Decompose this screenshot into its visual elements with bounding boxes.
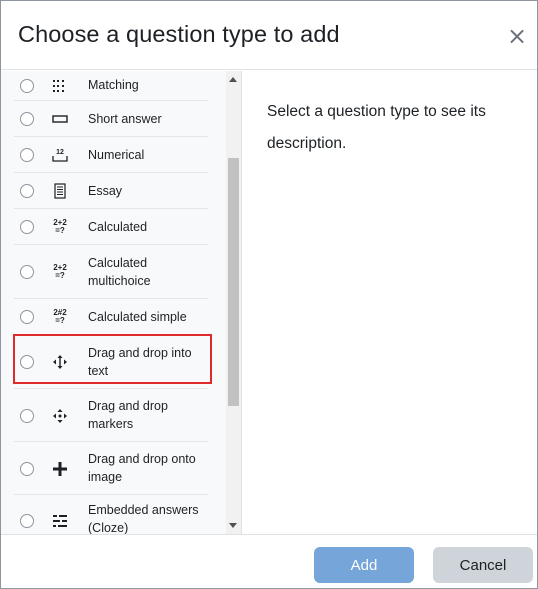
option-essay[interactable]: Essay (14, 173, 208, 209)
question-type-dialog: Choose a question type to add × Matching… (0, 0, 538, 589)
dialog-body: Matching Short answer 12 Numerical Essay… (1, 71, 537, 534)
numerical-icon-text: 12 (56, 148, 64, 156)
radio-drag-drop-markers[interactable] (20, 409, 34, 423)
radio-short-answer[interactable] (20, 112, 34, 126)
option-label: Calculated multichoice (88, 256, 151, 288)
calculated-simple-icon-bottom: =? (55, 316, 65, 325)
radio-calculated-simple[interactable] (20, 310, 34, 324)
calculated-icon: 2+2 =? (52, 219, 68, 235)
option-label: Numerical (88, 148, 145, 162)
type-description: Select a question type to see its descri… (267, 103, 486, 152)
option-label: Essay (88, 184, 123, 198)
option-calculated-multichoice[interactable]: 2+2 =? Calculated multichoice (14, 245, 208, 299)
numerical-icon: 12 (52, 147, 68, 163)
option-calculated-simple[interactable]: 2#2 =? Calculated simple (14, 299, 208, 335)
option-matching[interactable]: Matching (14, 71, 208, 101)
option-drag-drop-markers[interactable]: Drag and drop markers (14, 389, 208, 442)
option-calculated[interactable]: 2+2 =? Calculated (14, 209, 208, 245)
dialog-title: Choose a question type to add (18, 21, 340, 47)
cancel-button[interactable]: Cancel (433, 547, 533, 583)
scroll-down-arrow-icon[interactable] (229, 523, 237, 528)
radio-essay[interactable] (20, 184, 34, 198)
option-short-answer[interactable]: Short answer (14, 101, 208, 137)
close-button[interactable]: × (505, 23, 529, 49)
option-label: Calculated (88, 220, 148, 234)
short-answer-icon (52, 111, 68, 127)
radio-numerical[interactable] (20, 148, 34, 162)
calculated-multichoice-icon: 2+2 =? (52, 264, 68, 280)
radio-drag-drop-image[interactable] (20, 462, 34, 476)
option-label: Drag and drop markers (88, 399, 168, 431)
essay-icon (52, 183, 68, 199)
calculated-simple-icon: 2#2 =? (52, 309, 68, 325)
drag-drop-image-icon (52, 461, 68, 477)
option-label: Matching (88, 78, 139, 92)
selection-highlight (13, 334, 212, 384)
option-label: Short answer (88, 112, 162, 126)
dialog-footer: Add Cancel (1, 534, 537, 588)
drag-drop-markers-icon (52, 408, 68, 424)
option-label: Calculated simple (88, 310, 187, 324)
option-cloze[interactable]: Embedded answers (Cloze) (14, 495, 208, 534)
option-label: Drag and drop onto image (88, 452, 196, 484)
dialog-header: Choose a question type to add × (1, 1, 537, 70)
question-type-list: Matching Short answer 12 Numerical Essay… (1, 71, 242, 534)
option-numerical[interactable]: 12 Numerical (14, 137, 208, 173)
matching-icon (52, 78, 68, 94)
scrollbar-thumb[interactable] (228, 158, 239, 406)
cloze-icon (52, 513, 68, 529)
radio-matching[interactable] (20, 79, 34, 93)
option-drag-drop-image[interactable]: Drag and drop onto image (14, 442, 208, 495)
calculated-icon-bottom: =? (55, 226, 65, 235)
calculated-multichoice-icon-bottom: =? (55, 271, 65, 280)
add-button[interactable]: Add (314, 547, 414, 583)
radio-cloze[interactable] (20, 514, 34, 528)
option-label: Embedded answers (Cloze) (88, 503, 199, 534)
radio-calculated[interactable] (20, 220, 34, 234)
scroll-up-arrow-icon[interactable] (229, 77, 237, 82)
radio-calculated-multichoice[interactable] (20, 265, 34, 279)
